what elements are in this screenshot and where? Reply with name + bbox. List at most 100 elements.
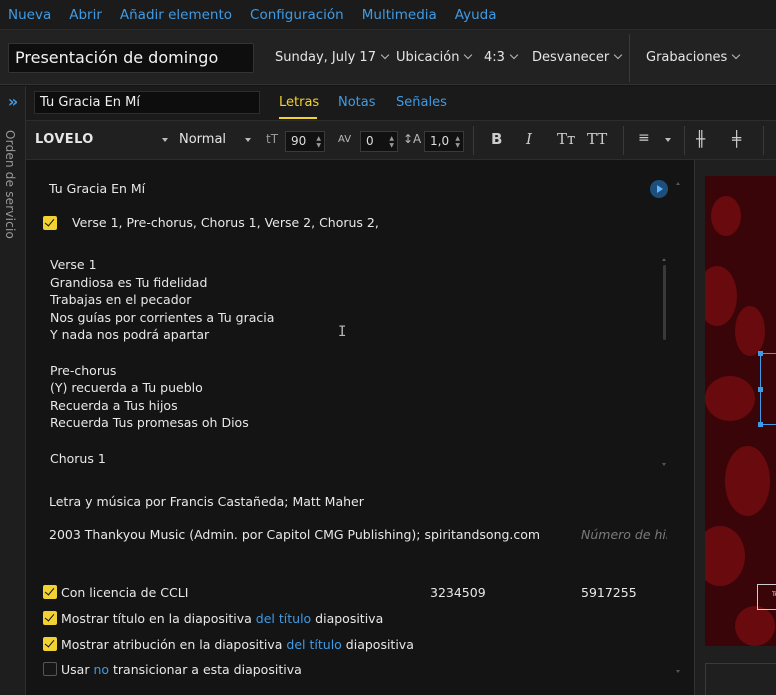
stepper-icon[interactable]: ▲ ▼ (389, 135, 394, 149)
menu-bar: Nueva Abrir Añadir elemento Configuració… (0, 0, 776, 29)
lyric-line (50, 344, 274, 362)
caret-down-icon[interactable] (665, 138, 671, 142)
tab-cues[interactable]: Señales (396, 95, 447, 110)
caret-down-icon[interactable] (162, 138, 168, 142)
header-divider (629, 34, 630, 82)
selected-text-box[interactable] (758, 351, 776, 427)
order-of-service-rail: » Orden de servicio (0, 86, 26, 695)
tracking-input[interactable]: 0 ▲ ▼ (360, 131, 398, 152)
active-tab-indicator (279, 117, 317, 119)
ccli-license-number[interactable]: 5917255 (581, 585, 637, 600)
hymn-number-input[interactable]: Número de himno (581, 527, 667, 542)
attribution-slide-link[interactable]: del título (286, 637, 341, 652)
font-family-select[interactable]: LOVELO (35, 132, 94, 147)
font-size-icon: tT (266, 132, 279, 146)
lyric-line: Chorus 1 (50, 450, 106, 466)
order-of-service-label[interactable]: Orden de servicio (3, 130, 17, 239)
menu-anadir-elemento[interactable]: Añadir elemento (120, 7, 232, 23)
no-transition-suffix: transicionar a esta diapositiva (113, 662, 302, 677)
scroll-up-icon[interactable] (676, 182, 680, 185)
stepper-icon[interactable]: ▲ ▼ (316, 135, 321, 149)
tab-notes[interactable]: Notas (338, 95, 376, 110)
lyric-line: Nos guías por corrientes a Tu gracia (50, 309, 275, 325)
lyric-line: Y nada nos podrá apartar (50, 327, 210, 343)
font-size-value: 90 (291, 134, 307, 148)
scroll-down-icon[interactable] (662, 463, 666, 466)
show-attribution-suffix: diapositiva (345, 637, 414, 652)
scroll-up-icon[interactable] (662, 258, 666, 261)
presentation-header: Presentación de domingo Sunday, July 17 … (0, 29, 776, 85)
lyric-line: (Y) recuerda a Tu pueblo (50, 380, 203, 396)
align-horizontal-center-icon[interactable]: ╫ (696, 130, 705, 148)
tab-lyrics[interactable]: Letras (279, 95, 319, 110)
lyrics-scrollbar[interactable] (663, 265, 666, 340)
location-label: Ubicación (396, 50, 460, 65)
show-attribution-checkbox[interactable] (43, 637, 57, 651)
slide-preview[interactable]: Tu (705, 176, 776, 646)
presentation-title-input[interactable]: Presentación de domingo (8, 43, 254, 73)
bold-button[interactable]: B (491, 130, 502, 148)
transition-label: Desvanecer (532, 50, 610, 65)
location-dropdown[interactable]: Ubicación (396, 50, 473, 65)
show-title-checkbox[interactable] (43, 611, 57, 625)
attribution-box[interactable]: Tu (757, 584, 776, 610)
menu-configuracion[interactable]: Configuración (250, 7, 344, 23)
lyrics-textarea[interactable]: Verse 1 Grandiosa es Tu fidelidad Trabaj… (50, 256, 274, 467)
chevron-down-icon (613, 50, 623, 60)
ccli-song-number[interactable]: 3234509 (430, 585, 486, 600)
date-dropdown[interactable]: Sunday, July 17 (275, 50, 390, 65)
leading-input[interactable]: 1,0 ▲ ▼ (424, 131, 464, 152)
background-texture (711, 196, 741, 236)
align-center-icon[interactable]: ≡ (638, 130, 650, 146)
song-title[interactable]: Tu Gracia En Mí (49, 181, 145, 196)
background-texture (705, 526, 745, 586)
resize-handle[interactable] (758, 351, 763, 356)
arrangement-sequence[interactable]: Verse 1, Pre-chorus, Chorus 1, Verse 2, … (72, 215, 379, 230)
sequence-checkbox[interactable] (43, 216, 57, 230)
title-slide-link[interactable]: del título (256, 611, 311, 626)
credits-field[interactable]: Letra y música por Francis Castañeda; Ma… (49, 494, 364, 509)
tracking-value: 0 (366, 134, 374, 148)
play-icon[interactable] (650, 180, 668, 198)
recordings-dropdown[interactable]: Grabaciones (646, 50, 741, 65)
lyric-line: Grandiosa es Tu fidelidad (50, 274, 208, 290)
text-format-toolbar: LOVELO Normal tT 90 ▲ ▼ AV 0 ▲ ▼ ↕A 1,0 ▲ ▼ B … (26, 121, 776, 160)
menu-abrir[interactable]: Abrir (69, 7, 102, 23)
toolbar-divider (684, 126, 685, 155)
ccli-checkbox[interactable] (43, 585, 57, 599)
slide-preview-panel: Tu (694, 160, 776, 695)
no-transition-label: Usar no transicionar a esta diapositiva (61, 662, 302, 677)
copyright-field[interactable]: 2003 Thankyou Music (Admin. por Capitol … (49, 527, 540, 542)
caret-down-icon[interactable] (245, 138, 251, 142)
text-cursor-icon: I (338, 324, 347, 340)
scroll-down-icon[interactable] (676, 670, 680, 673)
stepper-icon[interactable]: ▲ ▼ (455, 135, 460, 149)
toolbar-divider (473, 126, 474, 155)
song-title-input[interactable]: Tu Gracia En Mí (34, 91, 260, 114)
tracking-icon: AV (338, 134, 352, 145)
all-caps-button[interactable]: TT (587, 130, 607, 148)
menu-multimedia[interactable]: Multimedia (362, 7, 437, 23)
transition-dropdown[interactable]: Desvanecer (532, 50, 623, 65)
next-slide-thumb[interactable] (705, 663, 776, 695)
small-caps-button[interactable]: Tт (557, 130, 575, 148)
no-transition-checkbox[interactable] (43, 662, 57, 676)
expand-rail-icon[interactable]: » (0, 86, 26, 120)
resize-handle[interactable] (758, 387, 763, 392)
show-attribution-label: Mostrar atribución en la diapositiva del… (61, 637, 414, 652)
lyric-line: Pre-chorus (50, 362, 117, 378)
resize-handle[interactable] (758, 422, 763, 427)
chevron-down-icon (464, 50, 473, 60)
align-vertical-center-icon[interactable]: ╪ (732, 130, 741, 148)
leading-icon: ↕A (403, 132, 422, 146)
font-weight-select[interactable]: Normal (179, 132, 226, 147)
font-size-input[interactable]: 90 ▲ ▼ (285, 131, 325, 152)
transition-link[interactable]: no (93, 662, 109, 677)
show-title-label: Mostrar título en la diapositiva del tít… (61, 611, 383, 626)
menu-ayuda[interactable]: Ayuda (455, 7, 497, 23)
aspect-dropdown[interactable]: 4:3 (484, 50, 519, 65)
italic-button[interactable]: I (526, 130, 532, 148)
lyric-line: Recuerda a Tus hijos (50, 397, 178, 413)
leading-value: 1,0 (430, 134, 450, 148)
menu-nueva[interactable]: Nueva (8, 7, 51, 23)
